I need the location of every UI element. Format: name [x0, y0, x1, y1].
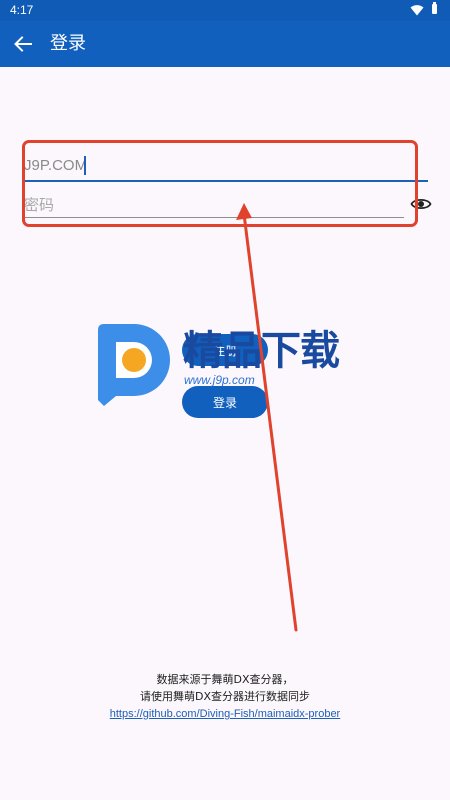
footer-text-line2: 请使用舞萌DX查分器进行数据同步: [139, 690, 310, 703]
app-bar: 登录: [0, 21, 450, 67]
wifi-icon: [410, 5, 424, 16]
footer-text-line1: 数据来源于舞萌DX查分器，: [156, 673, 294, 686]
arrow-left-icon: [14, 36, 32, 52]
page-title: 登录: [50, 33, 86, 54]
status-bar: 4:17: [0, 0, 450, 21]
footer: 数据来源于舞萌DX查分器， 请使用舞萌DX查分器进行数据同步 https://g…: [0, 671, 450, 723]
watermark-text: 精品下载: [183, 328, 340, 374]
login-screen: 4:17 登录 注册 登录 精品下载 www.j9p.com: [0, 0, 450, 800]
github-link[interactable]: https://github.com/Diving-Fish/maimaidx-…: [110, 706, 340, 723]
watermark-logo-icon: [98, 324, 170, 406]
back-button[interactable]: [8, 29, 38, 59]
battery-icon: [432, 2, 437, 14]
watermark-url: www.j9p.com: [184, 373, 255, 387]
status-time: 4:17: [10, 3, 34, 17]
annotation-highlight-box: [22, 140, 418, 227]
login-button[interactable]: 登录: [182, 386, 268, 418]
